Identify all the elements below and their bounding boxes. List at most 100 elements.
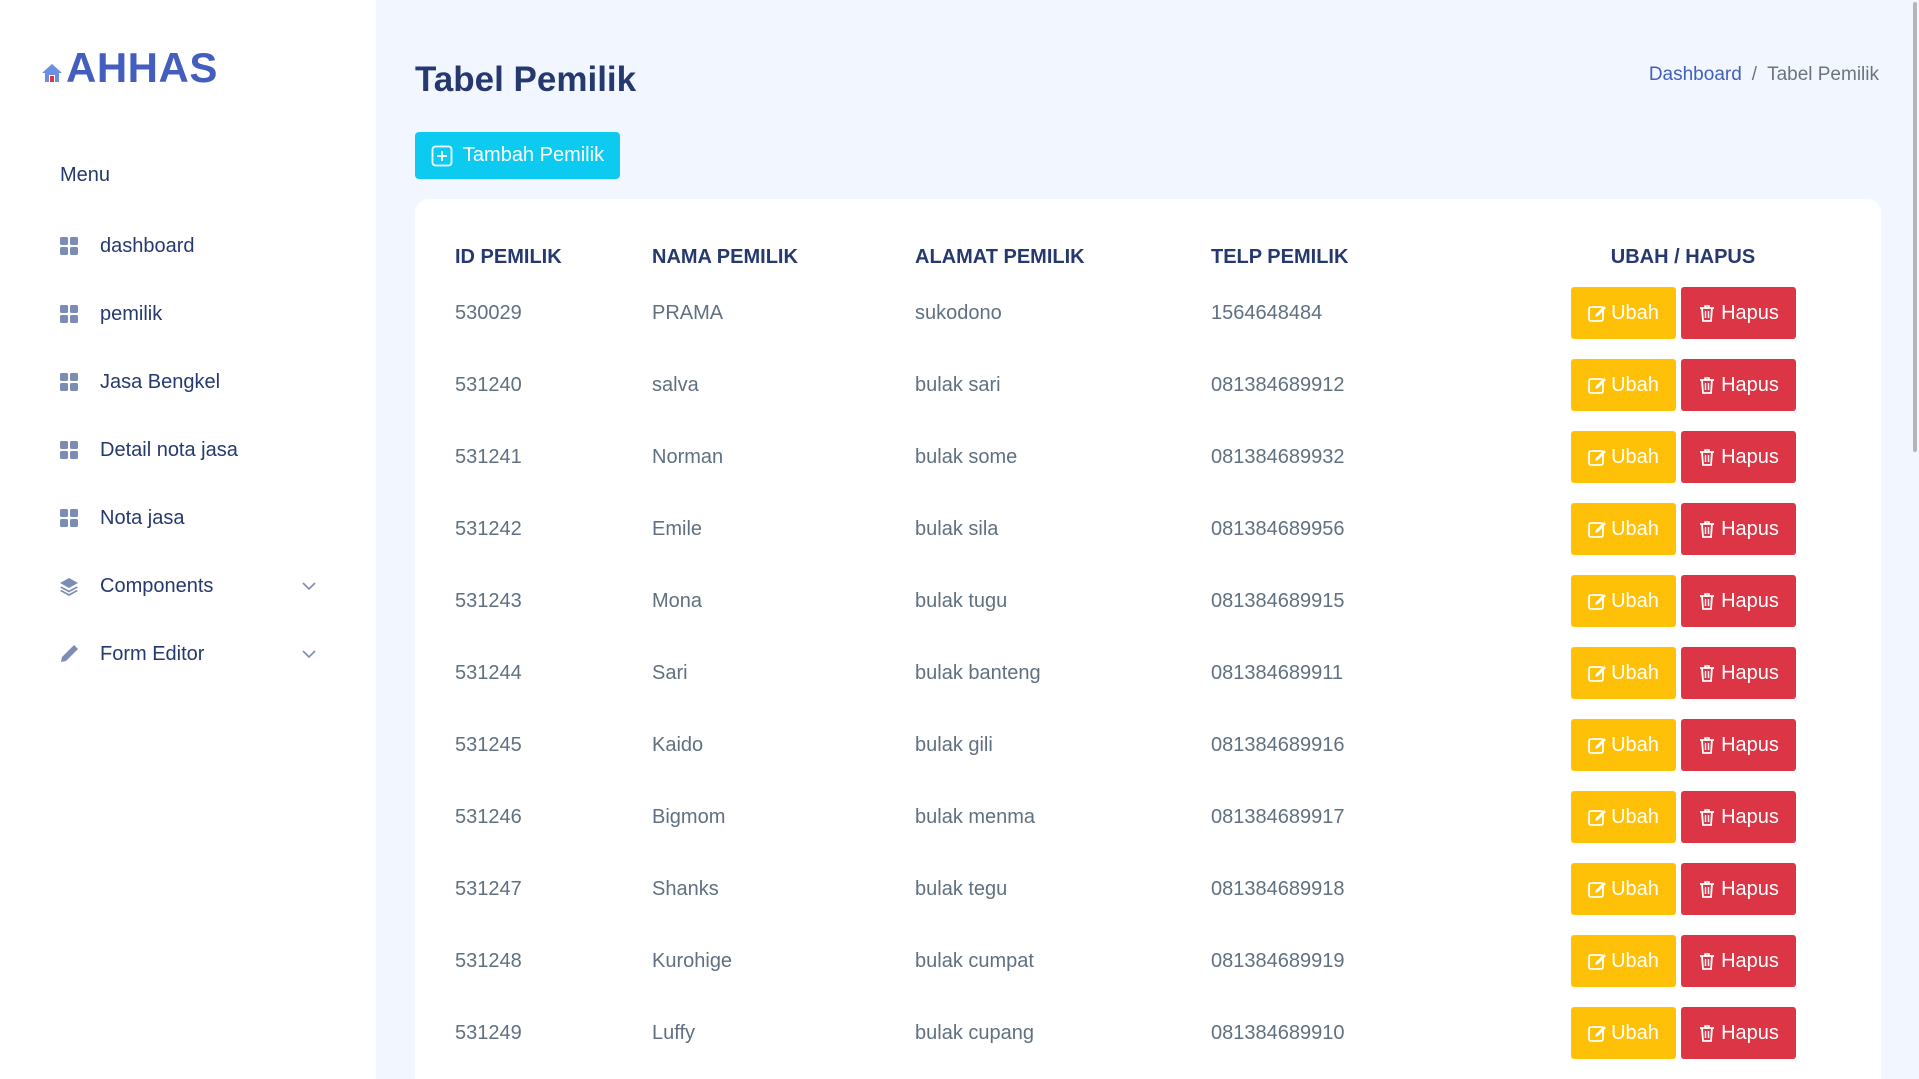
delete-button[interactable]: Hapus [1680, 791, 1796, 843]
scrollbar-thumb[interactable] [1913, 2, 1917, 452]
edit-icon [1587, 447, 1607, 467]
edit-button[interactable]: Ubah [1570, 575, 1676, 627]
edit-icon [1587, 735, 1607, 755]
cell-actions: Ubah Hapus [1511, 853, 1855, 925]
edit-icon [1587, 879, 1607, 899]
sidebar-item-components[interactable]: Components [58, 552, 318, 620]
layers-icon [58, 575, 80, 597]
edit-icon [1587, 663, 1607, 683]
sidebar-item-pemilik[interactable]: pemilik [58, 280, 318, 348]
delete-button[interactable]: Hapus [1680, 287, 1796, 339]
app-logo[interactable]: AHHAS [40, 44, 218, 92]
menu-title: Menu [60, 164, 111, 186]
sidebar-item-nota-jasa[interactable]: Nota jasa [58, 484, 318, 552]
delete-button[interactable]: Hapus [1680, 503, 1796, 555]
delete-label: Hapus [1721, 1021, 1779, 1044]
sidebar-item-label: dashboard [100, 234, 195, 257]
delete-button[interactable]: Hapus [1680, 575, 1796, 627]
cell-address: bulak tugu [915, 589, 1008, 612]
cell-id: 530029 [455, 301, 522, 324]
page-title: Tabel Pemilik [415, 60, 637, 99]
cell-actions: Ubah Hapus [1511, 637, 1855, 709]
cell-address: bulak sila [915, 517, 999, 540]
edit-button[interactable]: Ubah [1570, 935, 1676, 987]
sidebar-item-dashboard[interactable]: dashboard [58, 212, 318, 280]
edit-icon [1587, 375, 1607, 395]
delete-label: Hapus [1721, 301, 1779, 324]
edit-button[interactable]: Ubah [1570, 287, 1676, 339]
sidebar-item-form-editor[interactable]: Form Editor [58, 620, 318, 688]
sidebar-item-jasa-bengkel[interactable]: Jasa Bengkel [58, 348, 318, 416]
trash-icon [1697, 951, 1717, 971]
table-row: 531240 salva bulak sari 081384689912 Ubah Hap… [455, 349, 1855, 421]
edit-button[interactable]: Ubah [1570, 719, 1676, 771]
delete-button[interactable]: Hapus [1680, 359, 1796, 411]
add-owner-button[interactable]: Tambah Pemilik [415, 132, 620, 179]
edit-icon [1587, 951, 1607, 971]
table-row: 531246 Bigmom bulak menma 081384689917 Ubah H… [455, 781, 1855, 853]
cell-id: 531242 [455, 517, 522, 540]
cell-phone: 081384689919 [1211, 949, 1345, 972]
edit-label: Ubah [1611, 661, 1659, 684]
cell-name: Shanks [652, 877, 719, 900]
cell-name: PRAMA [652, 301, 724, 324]
breadcrumb-current: Tabel Pemilik [1767, 64, 1879, 85]
cell-phone: 081384689915 [1211, 589, 1345, 612]
edit-label: Ubah [1611, 733, 1659, 756]
edit-button[interactable]: Ubah [1570, 503, 1676, 555]
delete-label: Hapus [1721, 877, 1779, 900]
delete-label: Hapus [1721, 373, 1779, 396]
table-row: 531248 Kurohige bulak cumpat 081384689919 Ub… [455, 925, 1855, 997]
table-row: 531247 Shanks bulak tegu 081384689918 Ubah Ha… [455, 853, 1855, 925]
edit-icon [1587, 591, 1607, 611]
table-row: 531245 Kaido bulak gili 081384689916 Ubah Hap… [455, 709, 1855, 781]
edit-button[interactable]: Ubah [1570, 791, 1676, 843]
main-content: Tabel Pemilik Dashboard / Tabel Pemilik … [376, 0, 1919, 1079]
edit-button[interactable]: Ubah [1570, 431, 1676, 483]
cell-id: 531246 [455, 805, 522, 828]
delete-label: Hapus [1721, 589, 1779, 612]
plus-square-icon [431, 145, 453, 166]
chevron-down-icon[interactable] [300, 645, 318, 663]
table-row: 531241 Norman bulak some 081384689932 Ubah Ha… [455, 421, 1855, 493]
delete-label: Hapus [1721, 949, 1779, 972]
breadcrumb-dashboard-link[interactable]: Dashboard [1649, 64, 1742, 86]
cell-id: 531243 [455, 589, 522, 612]
edit-icon [1587, 519, 1607, 539]
sidebar-item-label: Detail nota jasa [100, 438, 238, 461]
page-scrollbar[interactable] [1911, 0, 1919, 1079]
delete-button[interactable]: Hapus [1680, 647, 1796, 699]
edit-button[interactable]: Ubah [1570, 1007, 1676, 1059]
delete-label: Hapus [1721, 661, 1779, 684]
delete-button[interactable]: Hapus [1680, 1007, 1796, 1059]
edit-button[interactable]: Ubah [1570, 359, 1676, 411]
cell-name: Sari [652, 661, 688, 684]
trash-icon [1697, 879, 1717, 899]
cell-phone: 081384689911 [1211, 661, 1343, 684]
edit-label: Ubah [1611, 877, 1659, 900]
cell-actions: Ubah Hapus [1511, 349, 1855, 421]
cell-name: Kaido [652, 733, 704, 756]
cell-actions: Ubah Hapus [1511, 925, 1855, 997]
cell-actions: Ubah Hapus [1511, 277, 1855, 349]
edit-button[interactable]: Ubah [1570, 647, 1676, 699]
chevron-down-icon[interactable] [300, 577, 318, 595]
edit-button[interactable]: Ubah [1570, 863, 1676, 915]
edit-label: Ubah [1611, 517, 1659, 540]
cell-id: 531240 [455, 373, 522, 396]
sidebar-menu: dashboard pemilik Jasa Bengkel Detail nota … [58, 212, 318, 688]
delete-button[interactable]: Hapus [1680, 935, 1796, 987]
sidebar-item-detail-nota-jasa[interactable]: Detail nota jasa [58, 416, 318, 484]
sidebar: AHHAS Menu dashboard pemilik Jasa Bengkel D… [0, 0, 376, 1079]
delete-button[interactable]: Hapus [1680, 431, 1796, 483]
trash-icon [1697, 735, 1717, 755]
sidebar-item-label: Jasa Bengkel [100, 370, 221, 393]
cell-actions: Ubah Hapus [1511, 421, 1855, 493]
grid-icon [58, 235, 80, 257]
trash-icon [1697, 303, 1717, 323]
breadcrumb-separator: / [1751, 64, 1758, 85]
delete-button[interactable]: Hapus [1680, 863, 1796, 915]
logo-text: AHHAS [66, 44, 218, 91]
delete-button[interactable]: Hapus [1680, 719, 1796, 771]
cell-id: 531244 [455, 661, 522, 684]
